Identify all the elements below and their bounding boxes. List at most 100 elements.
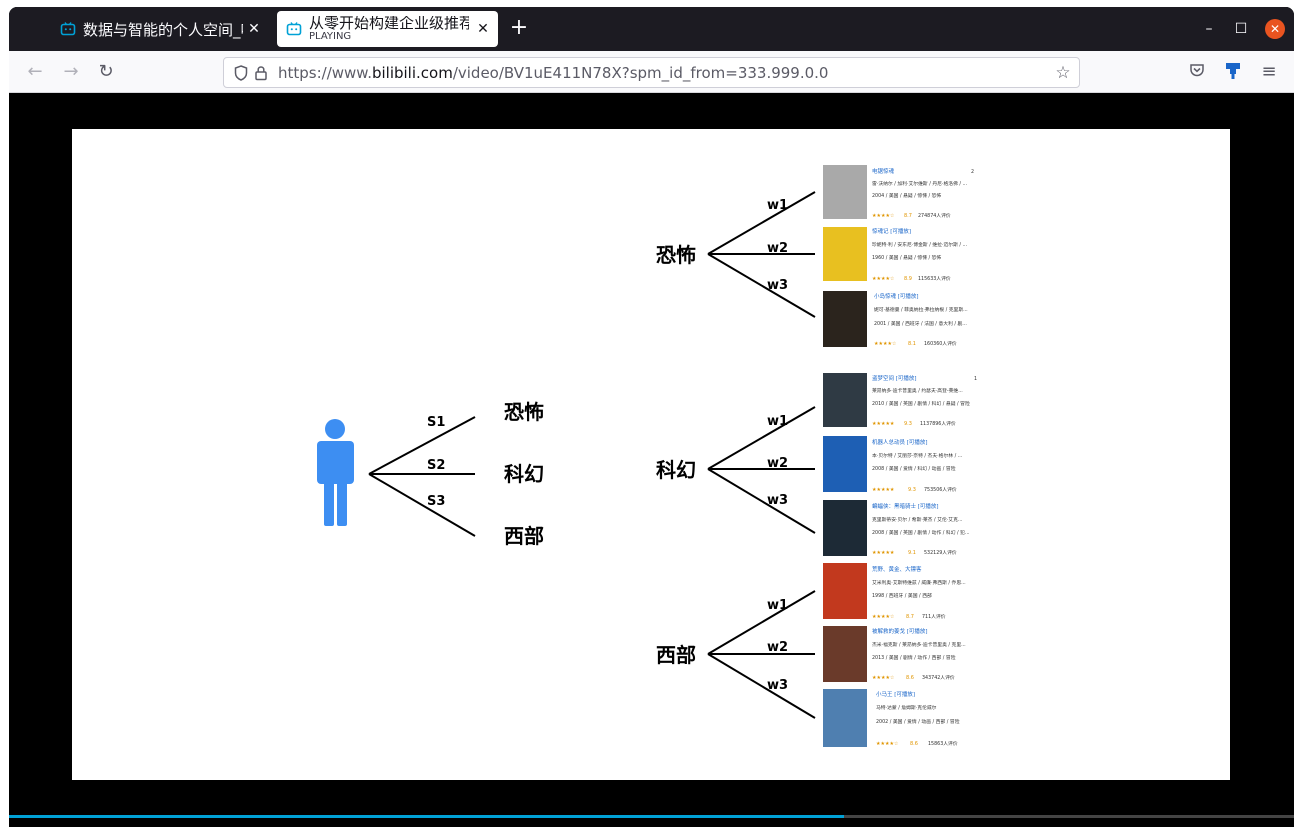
movie-info: 2008 / 美国 / 爱情 / 科幻 / 动画 / 冒险: [872, 465, 956, 472]
movie-cast: 本·贝尔特 / 艾丽莎·奈特 / 杰夫·格尔林 / ...: [872, 452, 962, 459]
video-player[interactable]: S1 S2 S3 恐怖 科幻 西部 恐怖 w1 w2 w3 科幻 w1 w2 w…: [9, 93, 1294, 827]
movie-stars: ★★★★★: [872, 421, 895, 427]
movie-card: 小马王 [可播放] 马特·达蒙 / 詹姆斯·克伦威尔 2002 / 美国 / 爱…: [823, 689, 960, 747]
movie-stars: ★★★★☆: [872, 213, 895, 219]
tab-video[interactable]: 从零开始构建企业级推荐系 PLAYING ✕: [277, 11, 498, 47]
movie-card: 蝙蝠侠：黑暗骑士 [可播放] 克里斯蒂安·贝尔 / 希斯·莱杰 / 艾伦·艾克.…: [823, 500, 970, 556]
branch-line: [707, 191, 816, 255]
forward-arrow-icon[interactable]: →: [59, 60, 83, 84]
movie-poster: [823, 689, 867, 747]
group-label-horror: 恐怖: [656, 243, 696, 267]
close-icon[interactable]: ✕: [474, 20, 492, 38]
slide: S1 S2 S3 恐怖 科幻 西部 恐怖 w1 w2 w3 科幻 w1 w2 w…: [72, 129, 1230, 780]
movie-cast: 克里斯蒂安·贝尔 / 希斯·莱杰 / 艾伦·艾克...: [872, 516, 962, 523]
movie-rating: 9.1: [908, 550, 916, 556]
movie-info: 2002 / 美国 / 爱情 / 动画 / 西部 / 冒险: [876, 718, 960, 725]
category-label-horror: 恐怖: [504, 400, 544, 424]
minimize-button[interactable]: –: [1199, 19, 1219, 39]
shield-icon[interactable]: [232, 64, 250, 82]
movie-title: 惊魂记 [可播放]: [872, 227, 911, 235]
branch-line: [707, 253, 816, 318]
back-arrow-icon[interactable]: ←: [23, 60, 47, 84]
movie-title: 被解救的姜戈 [可播放]: [872, 627, 928, 635]
movie-card: 盗梦空间 [可播放] 1 莱昂纳多·迪卡普里奥 / 约瑟夫·高登-莱维... 2…: [823, 373, 977, 427]
movie-stars: ★★★★☆: [876, 741, 899, 747]
movie-cast: 莱昂纳多·迪卡普里奥 / 约瑟夫·高登-莱维...: [872, 387, 963, 394]
movie-poster: [823, 291, 867, 347]
movie-info: 2013 / 美国 / 剧情 / 动作 / 西部 / 冒险: [872, 654, 956, 661]
window-close-button[interactable]: ✕: [1265, 19, 1285, 39]
movie-rank: 2: [971, 169, 974, 175]
movie-rating: 9.3: [908, 487, 916, 493]
url-host: bilibili.com: [371, 63, 453, 82]
movie-card: 惊魂记 [可播放] 珍妮特·利 / 安东尼·博金斯 / 维拉·迈尔斯 / ...…: [823, 227, 967, 282]
movie-title: 盗梦空间 [可播放]: [872, 374, 917, 382]
browser-window: 数据与智能的个人空间_哔 ✕ 从零开始构建企业级推荐系 PLAYING ✕ + …: [9, 7, 1294, 827]
lock-icon[interactable]: [252, 64, 270, 82]
movie-poster: [823, 563, 867, 619]
movie-info: 1960 / 美国 / 悬疑 / 惊悚 / 恐怖: [872, 254, 941, 261]
movie-stars: ★★★★☆: [872, 675, 895, 681]
movie-cast: 马特·达蒙 / 詹姆斯·克伦威尔: [876, 704, 937, 711]
movie-count: 160360人评价: [924, 340, 957, 347]
movie-count: 15863人评价: [928, 740, 958, 747]
movie-card: 机器人总动员 [可播放] 本·贝尔特 / 艾丽莎·奈特 / 杰夫·格尔林 / .…: [823, 436, 962, 493]
movie-stars: ★★★★☆: [872, 614, 895, 620]
movie-title: 电锯惊魂: [872, 167, 895, 175]
branch-line: [707, 468, 816, 534]
bilibili-icon: [285, 20, 303, 38]
close-icon[interactable]: ✕: [245, 20, 263, 38]
movie-title: 小岛惊魂 [可播放]: [874, 292, 919, 300]
movie-card: 电锯惊魂 2 雷·沃纳尔 / 加利·艾尔维斯 / 丹尼·格洛佛 / ... 20…: [823, 165, 974, 219]
reload-icon[interactable]: ↻: [94, 60, 118, 84]
movie-poster: [823, 227, 867, 281]
extension-icon[interactable]: [1223, 62, 1243, 82]
pocket-icon[interactable]: [1187, 62, 1207, 82]
movie-stars: ★★★★☆: [874, 341, 897, 347]
branch-line: [707, 590, 816, 655]
movie-poster: [823, 373, 867, 427]
weight-label: w3: [767, 493, 788, 508]
url-text[interactable]: https://www.bilibili.com/video/BV1uE411N…: [278, 64, 828, 82]
bookmark-star-icon[interactable]: ☆: [1053, 63, 1073, 83]
movie-rating: 8.1: [908, 341, 916, 347]
tab-title: 从零开始构建企业级推荐系: [309, 15, 469, 32]
movie-title: 小马王 [可播放]: [876, 690, 915, 698]
movie-rating: 8.7: [904, 213, 912, 219]
movie-count: 532129人评价: [924, 549, 957, 556]
video-progress-bar[interactable]: [9, 815, 1294, 818]
recommendation-diagram: S1 S2 S3 恐怖 科幻 西部 恐怖 w1 w2 w3 科幻 w1 w2 w…: [317, 165, 977, 747]
nav-toolbar: ← → ↻ https://www.bilibili.com/video/BV1…: [9, 51, 1294, 93]
weight-label: w3: [767, 278, 788, 293]
movie-count: 711人评价: [922, 613, 946, 620]
category-label-western: 西部: [504, 524, 544, 548]
movie-info: 1998 / 西班牙 / 美国 / 西部: [872, 592, 932, 599]
video-progress-fill: [9, 815, 845, 818]
maximize-button[interactable]: ☐: [1231, 19, 1251, 39]
branch-line: [368, 416, 476, 475]
movie-cast: 杰米·福克斯 / 莱昂纳多·迪卡普里奥 / 克里...: [872, 641, 966, 648]
movie-poster: [823, 436, 867, 492]
user-icon: [317, 419, 354, 526]
weight-label: w1: [767, 198, 788, 213]
movie-poster: [823, 500, 867, 556]
url-path: /video/BV1uE411N78X?spm_id_from=333.999.…: [452, 63, 829, 82]
hamburger-menu-icon[interactable]: ≡: [1259, 62, 1279, 82]
tab-title: 数据与智能的个人空间_哔: [83, 20, 243, 39]
tab-space[interactable]: 数据与智能的个人空间_哔 ✕: [53, 11, 269, 47]
url-bar[interactable]: https://www.bilibili.com/video/BV1uE411N…: [223, 57, 1080, 88]
weight-label: w2: [767, 640, 788, 655]
movie-rating: 8.7: [906, 614, 914, 620]
movie-stars: ★★★★★: [872, 487, 895, 493]
movie-cast: 艾米利奥·艾斯特维兹 / 威廉·弗西斯 / 乔思...: [872, 579, 966, 586]
movie-count: 753506人评价: [924, 486, 957, 493]
movie-rating: 8.6: [910, 741, 918, 747]
movie-info: 2008 / 美国 / 英国 / 剧情 / 动作 / 科幻 / 犯...: [872, 529, 970, 536]
movie-cast: 妮可·基德曼 / 菲奥纳拉·弗拉纳根 / 克里斯...: [874, 306, 968, 313]
new-tab-button[interactable]: +: [507, 17, 531, 41]
movie-card: 荒野、黄金、大镖客 艾米利奥·艾斯特维兹 / 威廉·弗西斯 / 乔思... 19…: [823, 563, 966, 620]
group-label-scifi: 科幻: [656, 458, 696, 482]
movie-count: 1137896人评价: [920, 420, 956, 427]
movie-title: 机器人总动员 [可播放]: [872, 438, 928, 446]
weight-label-s2: S2: [427, 458, 445, 473]
